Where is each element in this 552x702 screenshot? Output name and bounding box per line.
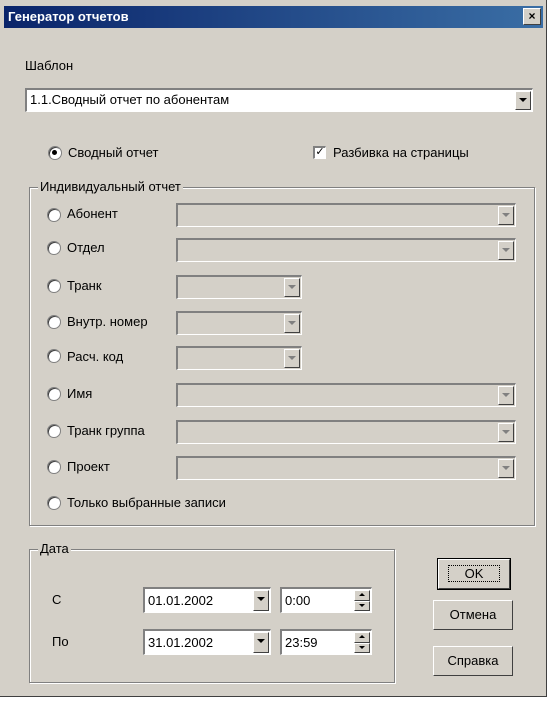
subscriber-dropdown-button[interactable] — [498, 206, 514, 225]
help-button-label: Справка — [447, 653, 499, 668]
ok-button-label: OK — [447, 565, 501, 582]
project-dropdown-button[interactable] — [498, 459, 514, 478]
paging-checkbox[interactable]: ✓ — [313, 146, 326, 159]
trunk-select[interactable] — [176, 275, 302, 299]
to-date-picker[interactable]: 31.01.2002 — [143, 629, 271, 655]
template-select[interactable]: 1.1.Сводный отчет по абонентам — [25, 88, 533, 112]
radio-project[interactable] — [47, 460, 61, 474]
summary-report-label: Сводный отчет — [68, 145, 159, 160]
from-date-picker[interactable]: 01.01.2002 — [143, 587, 271, 613]
option-label-subscriber: Абонент — [67, 206, 118, 221]
report-generator-dialog: Генератор отчетов × Шаблон 1.1.Сводный о… — [0, 0, 547, 697]
option-label-account-code: Расч. код — [67, 349, 124, 364]
checkmark-icon: ✓ — [315, 146, 325, 158]
radio-department[interactable] — [47, 241, 61, 255]
option-label-department: Отдел — [67, 240, 105, 255]
department-select[interactable] — [176, 238, 516, 262]
spin-down-icon[interactable] — [354, 642, 370, 653]
option-label-selected-records-only: Только выбранные записи — [67, 495, 226, 510]
date-legend: Дата — [38, 541, 71, 556]
internal-number-select[interactable] — [176, 311, 302, 335]
paging-label: Разбивка на страницы — [333, 145, 469, 160]
option-label-trunk-group: Транк группа — [67, 423, 145, 438]
subscriber-select[interactable] — [176, 203, 516, 227]
trunk-group-dropdown-button[interactable] — [498, 423, 514, 442]
to-time-spinner[interactable] — [354, 632, 370, 653]
department-dropdown-button[interactable] — [498, 241, 514, 260]
from-time-spinner[interactable] — [354, 590, 370, 611]
option-label-project: Проект — [67, 459, 110, 474]
radio-selected-records-only[interactable] — [47, 496, 61, 510]
account-code-dropdown-button[interactable] — [284, 349, 300, 368]
radio-trunk[interactable] — [47, 279, 61, 293]
radio-name[interactable] — [47, 387, 61, 401]
from-time-value: 0:00 — [285, 593, 311, 608]
close-icon: × — [528, 9, 536, 23]
to-date-dropdown-button[interactable] — [253, 632, 269, 653]
name-dropdown-button[interactable] — [498, 386, 514, 405]
to-label: По — [52, 634, 69, 649]
trunk-dropdown-button[interactable] — [284, 278, 300, 297]
spin-up-icon[interactable] — [354, 632, 370, 643]
window-title: Генератор отчетов — [8, 9, 129, 24]
option-label-internal-number: Внутр. номер — [67, 314, 148, 329]
template-label: Шаблон — [25, 58, 74, 73]
help-button[interactable]: Справка — [433, 646, 513, 676]
from-label: С — [52, 592, 62, 607]
ok-button[interactable]: OK — [437, 558, 511, 590]
internal-number-dropdown-button[interactable] — [284, 314, 300, 333]
option-label-trunk: Транк — [67, 278, 102, 293]
cancel-button[interactable]: Отмена — [433, 600, 513, 630]
radio-account-code[interactable] — [47, 349, 61, 363]
name-select[interactable] — [176, 383, 516, 407]
date-group: Дата — [29, 541, 395, 683]
radio-internal-number[interactable] — [47, 315, 61, 329]
summary-report-radio[interactable] — [48, 146, 62, 160]
from-time-input[interactable]: 0:00 — [280, 587, 372, 613]
spin-down-icon[interactable] — [354, 600, 370, 611]
to-date-value: 31.01.2002 — [148, 635, 214, 650]
from-date-dropdown-button[interactable] — [253, 590, 269, 611]
trunk-group-select[interactable] — [176, 420, 516, 444]
spin-up-icon[interactable] — [354, 590, 370, 601]
template-select-value: 1.1.Сводный отчет по абонентам — [30, 92, 230, 107]
cancel-button-label: Отмена — [449, 607, 497, 622]
radio-trunk-group[interactable] — [47, 424, 61, 438]
title-bar: Генератор отчетов × — [4, 6, 543, 28]
template-dropdown-button[interactable] — [515, 91, 531, 110]
to-time-value: 23:59 — [285, 635, 318, 650]
individual-report-legend: Индивидуальный отчет — [38, 179, 183, 194]
radio-subscriber[interactable] — [47, 208, 61, 222]
close-button[interactable]: × — [523, 8, 541, 25]
to-time-input[interactable]: 23:59 — [280, 629, 372, 655]
from-date-value: 01.01.2002 — [148, 593, 214, 608]
option-label-name: Имя — [67, 386, 93, 401]
account-code-select[interactable] — [176, 346, 302, 370]
project-select[interactable] — [176, 456, 516, 480]
